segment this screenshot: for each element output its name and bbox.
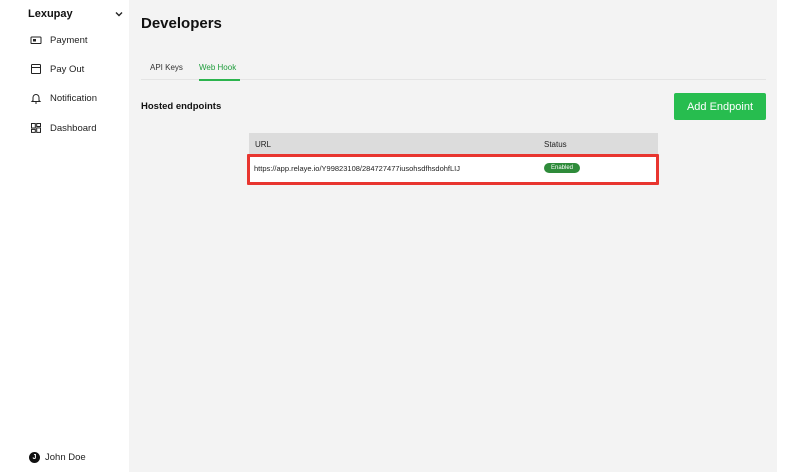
- sidebar-item-payment[interactable]: Payment: [30, 33, 88, 47]
- sidebar-item-notification[interactable]: Notification: [30, 91, 97, 105]
- tab-web-hook[interactable]: Web Hook: [199, 63, 236, 72]
- main-content: Developers API Keys Web Hook Hosted endp…: [129, 0, 777, 472]
- status-badge: Enabled: [544, 163, 581, 173]
- endpoint-url[interactable]: https://app.relaye.io/Y99823108/28472747…: [254, 164, 460, 173]
- tab-api-keys[interactable]: API Keys: [150, 63, 183, 72]
- section-title: Hosted endpoints: [141, 101, 222, 112]
- sidebar-item-label: Payment: [50, 34, 88, 46]
- sidebar-item-payout[interactable]: Pay Out: [30, 62, 84, 76]
- user-profile[interactable]: J John Doe: [29, 452, 86, 463]
- page-title: Developers: [141, 15, 222, 32]
- endpoints-table: URL Status https://app.relaye.io/Y998231…: [249, 133, 658, 182]
- active-tab-indicator: [199, 79, 240, 81]
- column-header-status: Status: [544, 140, 567, 149]
- sidebar-item-label: Dashboard: [50, 122, 97, 134]
- user-name: John Doe: [45, 452, 86, 463]
- avatar: J: [29, 452, 40, 463]
- chevron-down-icon[interactable]: [114, 9, 124, 19]
- column-header-url: URL: [255, 140, 272, 149]
- sidebar-item-label: Pay Out: [50, 63, 85, 75]
- tab-bar: API Keys Web Hook: [141, 57, 766, 81]
- dashboard-icon: [30, 122, 42, 134]
- brand-name: Lexupay: [28, 8, 73, 20]
- table-header: URL Status: [249, 133, 658, 155]
- sidebar-item-dashboard[interactable]: Dashboard: [30, 121, 96, 135]
- payment-icon: [30, 34, 42, 46]
- payout-icon: [30, 63, 42, 75]
- workspace-switcher[interactable]: Lexupay: [28, 7, 124, 21]
- right-margin: [777, 0, 802, 472]
- sidebar: Lexupay Payment Pay Out Notification Das…: [0, 0, 129, 472]
- table-row[interactable]: https://app.relaye.io/Y99823108/28472747…: [249, 155, 658, 182]
- add-endpoint-button[interactable]: Add Endpoint: [674, 93, 766, 120]
- bell-icon: [30, 92, 42, 104]
- sidebar-item-label: Notification: [50, 92, 97, 104]
